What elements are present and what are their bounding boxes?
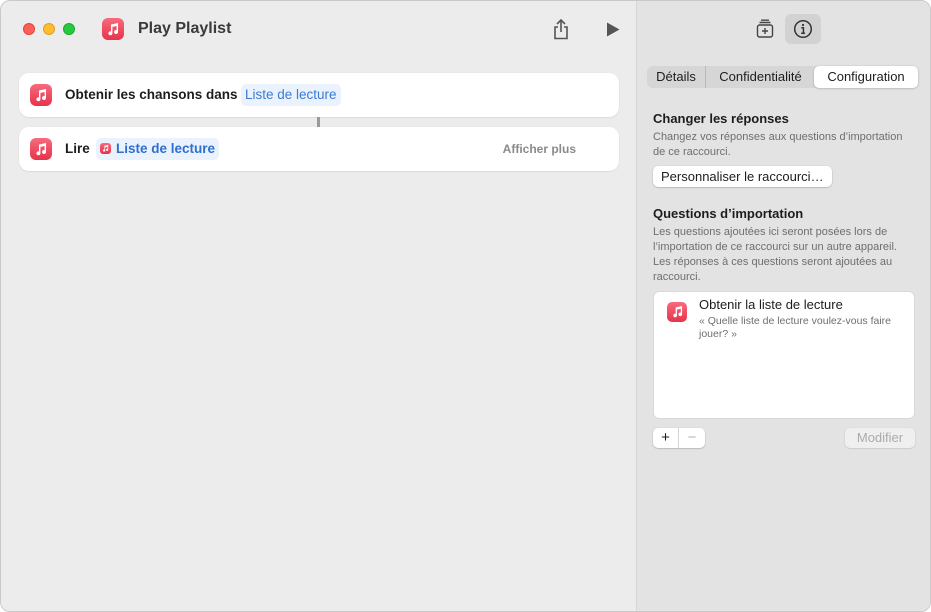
music-note-icon [30, 138, 52, 160]
change-answers-heading: Changer les réponses [653, 111, 789, 126]
change-answers-description: Changez vos réponses aux questions d’imp… [653, 131, 903, 158]
inspector-pane: Détails Confidentialité Configuration Ch… [636, 1, 930, 611]
window-title: Play Playlist [138, 20, 232, 37]
action-label: Obtenir les chansons dans [65, 87, 238, 102]
music-note-icon [100, 143, 111, 154]
import-questions-heading: Questions d’importation [653, 206, 804, 221]
action-connector [317, 117, 320, 127]
minimize-button[interactable] [43, 23, 55, 35]
music-note-icon [667, 302, 687, 322]
tab-privacy[interactable]: Confidentialité [705, 66, 815, 88]
music-note-icon [30, 84, 52, 106]
modify-button[interactable]: Modifier [845, 428, 915, 448]
import-questions-description: Les questions ajoutées ici seront posées… [653, 226, 897, 283]
action-play[interactable]: Lire Liste de lecture Afficher plus [19, 127, 619, 171]
add-to-library-button[interactable] [747, 14, 783, 44]
action-get-songs[interactable]: Obtenir les chansons dans Liste de lectu… [19, 73, 619, 117]
zoom-button[interactable] [63, 23, 75, 35]
action-label: Lire [65, 141, 90, 156]
question-title: Obtenir la liste de lecture [699, 297, 843, 312]
close-button[interactable] [23, 23, 35, 35]
show-more-button[interactable]: Afficher plus [503, 142, 576, 156]
shortcuts-window: Play Playlist Obtenir les chansons dans … [0, 0, 931, 612]
tab-details[interactable]: Détails [647, 66, 705, 88]
import-questions-list: Obtenir la liste de lecture « Quelle lis… [653, 291, 915, 419]
playlist-variable-token[interactable]: Liste de lecture [96, 138, 220, 160]
add-question-button[interactable]: + [653, 428, 679, 448]
play-icon [607, 22, 620, 36]
info-icon [793, 19, 813, 39]
share-button[interactable] [551, 18, 571, 40]
info-button[interactable] [785, 14, 821, 44]
music-app-icon [102, 18, 124, 40]
tab-setup[interactable]: Configuration [814, 66, 918, 88]
question-prompt: « Quelle liste de lecture voulez-vous fa… [699, 315, 892, 340]
editor-pane: Play Playlist Obtenir les chansons dans … [1, 1, 636, 611]
remove-question-button[interactable]: − [679, 428, 705, 448]
inspector-tabs: Détails Confidentialité Configuration [647, 66, 918, 88]
customize-shortcut-button[interactable]: Personnaliser le raccourci… [653, 166, 832, 187]
run-button[interactable] [605, 21, 621, 37]
add-to-library-icon [756, 19, 774, 38]
share-icon [554, 18, 568, 39]
playlist-token[interactable]: Liste de lecture [241, 84, 341, 106]
add-remove-control: + − [653, 428, 705, 448]
token-label: Liste de lecture [116, 141, 216, 156]
